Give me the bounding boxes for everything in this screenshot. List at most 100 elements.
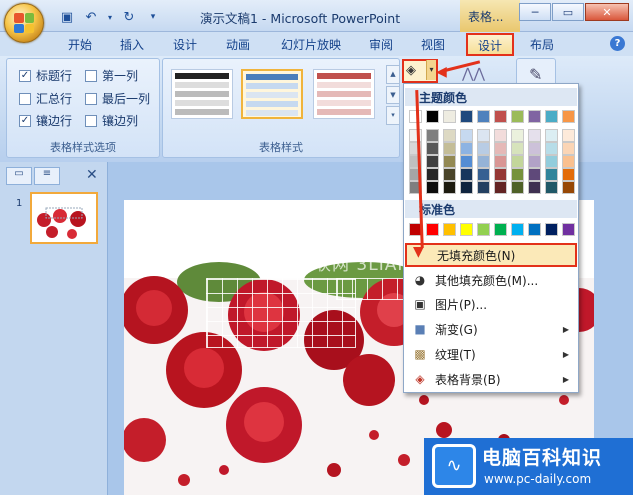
theme-shade-swatch[interactable] [528, 168, 541, 181]
gallery-more-icon[interactable]: ▾ [386, 106, 400, 126]
theme-shade-swatch[interactable] [426, 168, 439, 181]
no-fill-item[interactable]: 无填充颜色(N) [405, 243, 577, 267]
close-icon[interactable]: ✕ [86, 167, 98, 183]
table-style-red[interactable] [313, 69, 375, 119]
theme-color-swatch[interactable] [494, 110, 507, 123]
table-grid[interactable] [206, 278, 356, 348]
theme-color-swatch[interactable] [426, 110, 439, 123]
shading-dropdown-icon[interactable]: ▾ [426, 60, 436, 80]
theme-shade-swatch[interactable] [562, 129, 575, 142]
theme-shade-swatch[interactable] [443, 168, 456, 181]
theme-shade-swatch[interactable] [545, 155, 558, 168]
theme-shade-swatch[interactable] [494, 168, 507, 181]
theme-shade-swatch[interactable] [562, 155, 575, 168]
theme-shade-swatch[interactable] [426, 181, 439, 194]
banded-rows-checkbox[interactable]: ✓ 镶边行 [19, 112, 72, 129]
outline-tab-icon[interactable]: ≡ [34, 167, 60, 185]
undo-icon[interactable]: ↶ [82, 8, 100, 26]
theme-shade-swatch[interactable] [477, 168, 490, 181]
theme-shade-swatch[interactable] [528, 142, 541, 155]
theme-shade-swatch[interactable] [460, 142, 473, 155]
gallery-down-icon[interactable]: ▼ [386, 85, 400, 105]
redo-icon[interactable]: ↻ [120, 8, 138, 26]
theme-shade-swatch[interactable] [477, 155, 490, 168]
theme-shade-swatch[interactable] [528, 129, 541, 142]
maximize-button[interactable]: ▭ [552, 3, 584, 21]
gradient-item[interactable]: ■ 渐变(G) ▶ [405, 317, 577, 341]
total-row-checkbox[interactable]: 汇总行 [19, 90, 72, 107]
standard-color-swatch[interactable] [562, 223, 575, 236]
theme-shade-swatch[interactable] [426, 142, 439, 155]
banded-columns-checkbox[interactable]: 镶边列 [85, 112, 138, 129]
theme-shade-swatch[interactable] [562, 168, 575, 181]
standard-color-swatch[interactable] [528, 223, 541, 236]
theme-shade-swatch[interactable] [511, 155, 524, 168]
help-icon[interactable]: ? [610, 36, 625, 51]
standard-color-swatch[interactable] [477, 223, 490, 236]
minimize-button[interactable]: ─ [519, 3, 551, 21]
theme-shade-swatch[interactable] [494, 129, 507, 142]
theme-shade-swatch[interactable] [511, 168, 524, 181]
tab-insert[interactable]: 插入 [120, 36, 144, 53]
theme-color-swatch[interactable] [528, 110, 541, 123]
theme-color-swatch[interactable] [477, 110, 490, 123]
picture-item[interactable]: ▣ 图片(P)... [405, 292, 577, 316]
standard-color-swatch[interactable] [426, 223, 439, 236]
theme-shade-swatch[interactable] [460, 155, 473, 168]
tab-table-design[interactable]: 设计 [466, 33, 514, 56]
undo-dropdown-icon[interactable]: ▾ [106, 8, 114, 26]
theme-shade-swatch[interactable] [562, 181, 575, 194]
save-icon[interactable]: ▣ [58, 8, 76, 26]
tab-view[interactable]: 视图 [421, 36, 445, 53]
standard-color-swatch[interactable] [460, 223, 473, 236]
table-style-blue[interactable] [241, 69, 303, 119]
theme-shade-swatch[interactable] [460, 168, 473, 181]
theme-shade-swatch[interactable] [443, 181, 456, 194]
theme-shade-swatch[interactable] [443, 129, 456, 142]
tab-home[interactable]: 开始 [68, 36, 92, 53]
standard-color-swatch[interactable] [511, 223, 524, 236]
header-row-checkbox[interactable]: ✓ 标题行 [19, 67, 72, 84]
tab-design[interactable]: 设计 [173, 36, 197, 53]
standard-color-swatch[interactable] [494, 223, 507, 236]
theme-shade-swatch[interactable] [460, 129, 473, 142]
theme-color-swatch[interactable] [443, 110, 456, 123]
theme-color-swatch[interactable] [562, 110, 575, 123]
office-button[interactable] [4, 3, 44, 43]
theme-shade-swatch[interactable] [545, 129, 558, 142]
gallery-up-icon[interactable]: ▲ [386, 65, 400, 84]
theme-shade-swatch[interactable] [545, 142, 558, 155]
last-column-checkbox[interactable]: 最后一列 [85, 90, 150, 107]
slides-tab-icon[interactable]: ▭ [6, 167, 32, 185]
border-icon[interactable]: ⋀⋀ [462, 66, 485, 82]
theme-shade-swatch[interactable] [426, 129, 439, 142]
theme-shade-swatch[interactable] [494, 155, 507, 168]
slide-thumbnail[interactable] [30, 192, 98, 244]
table-background-item[interactable]: ◈ 表格背景(B) ▶ [405, 367, 577, 391]
theme-shade-swatch[interactable] [409, 129, 422, 142]
tab-slideshow[interactable]: 幻灯片放映 [281, 36, 341, 53]
table-style-dark[interactable] [171, 69, 233, 119]
theme-shade-swatch[interactable] [477, 142, 490, 155]
theme-shade-swatch[interactable] [443, 155, 456, 168]
theme-shade-swatch[interactable] [494, 181, 507, 194]
standard-color-swatch[interactable] [545, 223, 558, 236]
theme-shade-swatch[interactable] [528, 181, 541, 194]
theme-shade-swatch[interactable] [477, 129, 490, 142]
theme-shade-swatch[interactable] [511, 129, 524, 142]
theme-shade-swatch[interactable] [460, 181, 473, 194]
theme-color-swatch[interactable] [511, 110, 524, 123]
standard-color-swatch[interactable] [443, 223, 456, 236]
close-button[interactable]: ✕ [585, 3, 629, 21]
table-grid-header[interactable] [336, 278, 406, 300]
texture-item[interactable]: ▩ 纹理(T) ▶ [405, 342, 577, 366]
tab-layout[interactable]: 布局 [530, 36, 554, 53]
theme-shade-swatch[interactable] [562, 142, 575, 155]
customize-icon[interactable]: ▾ [144, 8, 162, 26]
theme-shade-swatch[interactable] [477, 181, 490, 194]
theme-color-swatch[interactable] [460, 110, 473, 123]
theme-shade-swatch[interactable] [545, 181, 558, 194]
theme-shade-swatch[interactable] [511, 181, 524, 194]
theme-shade-swatch[interactable] [528, 155, 541, 168]
theme-shade-swatch[interactable] [494, 142, 507, 155]
